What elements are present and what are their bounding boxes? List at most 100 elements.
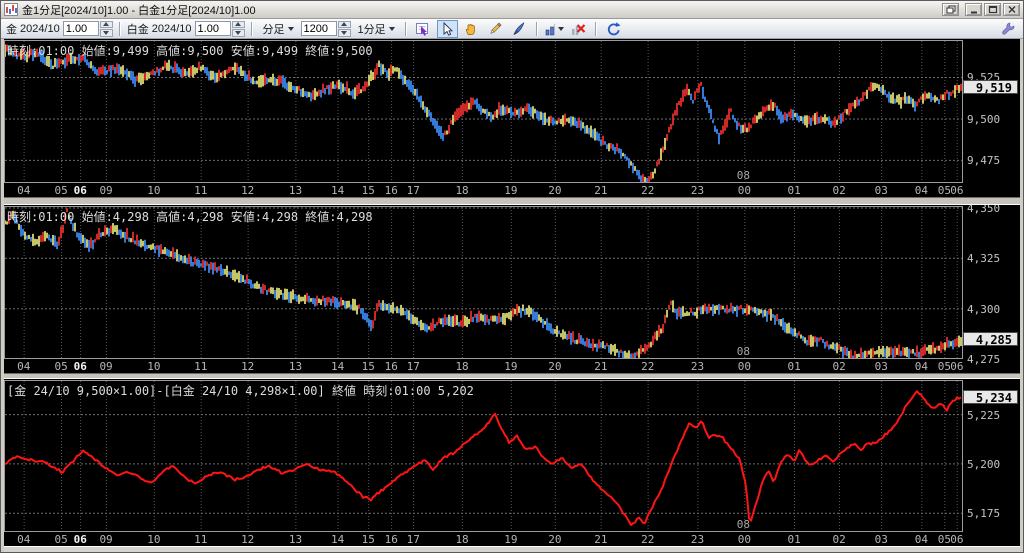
- x-axis-label: 03: [874, 533, 888, 546]
- toolbar: 金 2024/10 白金 2024/10 分足: [1, 19, 1023, 39]
- x-axis-label: 00: [737, 360, 751, 373]
- pen-icon: [513, 21, 525, 35]
- gold-multiplier-input[interactable]: [62, 21, 99, 36]
- close-icon: [1008, 6, 1015, 13]
- x-axis-label: 06: [950, 533, 964, 546]
- bar-type-dropdown[interactable]: 1分足: [354, 19, 399, 39]
- window-controls: [942, 3, 1020, 16]
- x-axis-label: 03: [874, 184, 888, 197]
- x-axis-label: 12: [241, 360, 255, 373]
- x-axis-label: 12: [241, 533, 255, 546]
- close-button[interactable]: [1003, 3, 1020, 16]
- gold-month-label: 2024/10: [20, 22, 60, 35]
- x-axis-label: 14: [331, 533, 345, 546]
- x-axis-label: 05: [937, 184, 952, 197]
- draw-pencil-button[interactable]: [485, 20, 506, 38]
- platinum-ohlc-readout: 時刻:01:00 始値:4,298 高値:4,298 安値:4,298 終値:4…: [7, 210, 373, 224]
- x-axis-label: 23: [690, 184, 705, 197]
- chevron-down-icon: [388, 26, 395, 31]
- chevron-up-icon: [341, 22, 348, 27]
- popout-button[interactable]: [942, 3, 959, 16]
- platinum-plot[interactable]: 時刻:01:00 始値:4,298 高値:4,298 安値:4,298 終値:4…: [4, 206, 963, 359]
- popout-icon: [946, 5, 955, 14]
- x-axis-label: 06: [950, 184, 964, 197]
- gold-multiplier-spinner: [99, 20, 113, 37]
- gold-multiplier-field: [62, 20, 113, 37]
- toolbar-separator: [250, 21, 253, 36]
- pan-tool-button[interactable]: [461, 20, 482, 38]
- x-axis-label: 12: [241, 184, 255, 197]
- x-axis-label: 02: [832, 533, 846, 546]
- toolbar-separator: [118, 21, 121, 36]
- panel-splitter[interactable]: [4, 197, 1020, 205]
- delete-chart-icon: [572, 23, 586, 35]
- maximize-button[interactable]: [984, 3, 1001, 16]
- spin-up-button[interactable]: [231, 20, 245, 28]
- spread-plot[interactable]: [金 24/10 9,500×1.00]-[白金 24/10 4,298×1.0…: [4, 380, 963, 532]
- x-axis-label: 14: [331, 360, 345, 373]
- chevron-up-icon: [103, 22, 110, 27]
- x-axis-label: 05: [937, 533, 952, 546]
- x-axis-label: 15: [361, 184, 375, 197]
- pointer-tool-button[interactable]: [436, 19, 458, 38]
- x-axis-label: 05: [54, 533, 68, 546]
- wrench-icon: [1001, 22, 1014, 35]
- chart-area: 時刻:01:00 始値:9,499 高値:9,500 安値:9,499 終値:9…: [1, 39, 1023, 552]
- app-window: 金1分足[2024/10]1.00 - 白金1分足[2024/10]1.00 金…: [0, 0, 1024, 553]
- spin-down-button[interactable]: [99, 29, 113, 37]
- x-axis-label: 21: [594, 360, 608, 373]
- spin-down-button[interactable]: [231, 29, 245, 37]
- gold-label: 金: [6, 23, 17, 36]
- x-axis-label: 20: [548, 360, 562, 373]
- x-axis-label: 04: [17, 184, 31, 197]
- bar-count-input[interactable]: [300, 21, 337, 36]
- x-axis-label: 04: [914, 360, 929, 373]
- x-axis-label: 05: [54, 184, 68, 197]
- x-axis-label: 10: [147, 360, 161, 373]
- x-axis-label: 19: [504, 360, 518, 373]
- gold-candle-chart: [5, 41, 962, 182]
- spin-up-button[interactable]: [99, 20, 113, 28]
- minimize-button[interactable]: [965, 3, 982, 16]
- platinum-multiplier-input[interactable]: [194, 21, 231, 36]
- refresh-button[interactable]: [603, 20, 624, 38]
- gold-chart-panel: 時刻:01:00 始値:9,499 高値:9,500 安値:9,499 終値:9…: [4, 39, 1020, 197]
- platinum-y-axis: 4,350 4,325 4,300 4,275 4,285: [963, 205, 1020, 373]
- minimize-icon: [970, 11, 977, 14]
- x-axis-label: 17: [406, 184, 420, 197]
- delete-chart-button[interactable]: [568, 20, 589, 38]
- gold-x-axis: 04 05 06 09 10 11 12 13 14 15 16 17 18 19 20 21 22 23 00 01…: [4, 183, 963, 197]
- x-axis-label: 14: [331, 184, 345, 197]
- chevron-down-icon: [557, 26, 564, 31]
- x-axis-label: 06: [73, 360, 87, 373]
- x-axis-label: 06: [950, 360, 964, 373]
- period-dropdown[interactable]: 分足: [259, 19, 298, 39]
- toolbar-separator: [404, 21, 407, 36]
- chart-select-button[interactable]: [413, 20, 434, 38]
- x-axis-label: 16: [384, 360, 398, 373]
- x-axis-label: 01: [787, 184, 801, 197]
- x-axis-label: 13: [288, 533, 303, 546]
- chart-type-button[interactable]: [544, 20, 565, 38]
- platinum-multiplier-spinner: [231, 20, 245, 37]
- chevron-down-icon: [103, 30, 110, 35]
- spin-up-button[interactable]: [337, 20, 351, 28]
- x-axis-label: 17: [406, 360, 420, 373]
- x-axis-label: 06: [73, 533, 87, 546]
- x-axis-label: 10: [147, 533, 161, 546]
- spread-y-axis: 5,225 5,200 5,175 5,234: [963, 379, 1020, 546]
- bar-chart-icon: [545, 23, 555, 35]
- date-label: 08: [736, 345, 750, 358]
- x-axis-label: 16: [384, 184, 398, 197]
- x-axis-label: 04: [914, 533, 929, 546]
- gold-ohlc-readout: 時刻:01:00 始値:9,499 高値:9,500 安値:9,499 終値:9…: [7, 44, 373, 58]
- draw-pen-button[interactable]: [509, 20, 530, 38]
- y-axis-tick: 9,500: [967, 112, 1001, 126]
- toolbar-separator: [535, 21, 538, 36]
- y-axis-tick: 5,175: [967, 507, 1001, 521]
- bar-type-dropdown-label: 1分足: [357, 23, 386, 36]
- settings-button[interactable]: [997, 20, 1018, 38]
- maximize-icon: [988, 5, 997, 14]
- spin-down-button[interactable]: [337, 29, 351, 37]
- gold-plot[interactable]: 時刻:01:00 始値:9,499 高値:9,500 安値:9,499 終値:9…: [4, 40, 963, 183]
